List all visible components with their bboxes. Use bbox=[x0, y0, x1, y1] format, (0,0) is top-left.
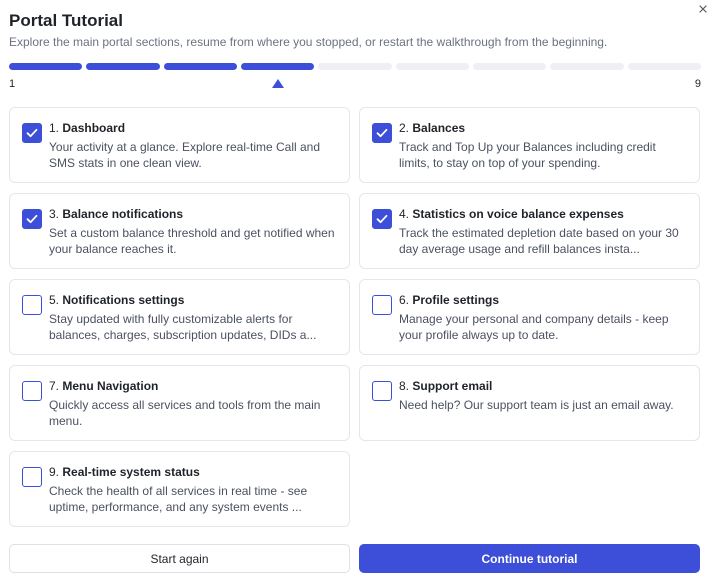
step-card-body: 7. Menu Navigation Quickly access all ser… bbox=[49, 378, 339, 440]
progress-segment-6[interactable] bbox=[395, 63, 469, 70]
step-name: Balances bbox=[412, 121, 466, 135]
step-description: Stay updated with fully customizable ale… bbox=[49, 312, 317, 342]
step-card[interactable]: 5. Notifications settings Stay updated wi… bbox=[9, 279, 350, 355]
step-number: 7. bbox=[49, 379, 60, 393]
step-name: Notifications settings bbox=[62, 293, 185, 307]
step-title: 6. Profile settings bbox=[399, 292, 689, 308]
step-checkbox[interactable] bbox=[372, 209, 392, 229]
step-number: 6. bbox=[399, 293, 410, 307]
step-card-body: 1. Dashboard Your activity at a glance. E… bbox=[49, 120, 339, 182]
step-card-body: 6. Profile settings Manage your personal … bbox=[399, 292, 689, 354]
close-button[interactable] bbox=[696, 2, 710, 16]
progress-segment-4[interactable] bbox=[240, 63, 315, 70]
current-step-marker-icon bbox=[271, 79, 284, 88]
step-title: 8. Support email bbox=[399, 378, 689, 394]
progress-segment-2[interactable] bbox=[86, 63, 160, 70]
step-name: Support email bbox=[412, 379, 493, 393]
step-description: Need help? Our support team is just an e… bbox=[399, 398, 674, 412]
step-card[interactable]: 7. Menu Navigation Quickly access all ser… bbox=[9, 365, 350, 441]
step-title: 1. Dashboard bbox=[49, 120, 339, 136]
progress-segment-8[interactable] bbox=[550, 63, 624, 70]
step-checkbox[interactable] bbox=[372, 295, 392, 315]
dialog-title: Portal Tutorial bbox=[9, 11, 123, 30]
step-title: 5. Notifications settings bbox=[49, 292, 339, 308]
step-number: 8. bbox=[399, 379, 410, 393]
dialog-subtitle: Explore the main portal sections, resume… bbox=[9, 35, 608, 49]
checkmark-icon bbox=[26, 214, 38, 224]
progress-segment-3[interactable] bbox=[163, 63, 237, 70]
portal-tutorial-dialog: Portal Tutorial Explore the main portal … bbox=[0, 0, 718, 585]
step-name: Balance notifications bbox=[62, 207, 184, 221]
step-number: 5. bbox=[49, 293, 60, 307]
progress-segment-9[interactable] bbox=[627, 63, 701, 70]
step-number: 3. bbox=[49, 207, 60, 221]
step-card[interactable]: 2. Balances Track and Top Up your Balance… bbox=[359, 107, 700, 183]
step-title: 9. Real-time system status bbox=[49, 464, 339, 480]
step-checkbox[interactable] bbox=[22, 295, 42, 315]
step-description: Set a custom balance threshold and get n… bbox=[49, 226, 335, 256]
step-checkbox[interactable] bbox=[372, 381, 392, 401]
step-description: Track the estimated depletion date based… bbox=[399, 226, 679, 256]
step-card[interactable]: 9. Real-time system status Check the heal… bbox=[9, 451, 350, 527]
step-card[interactable]: 3. Balance notifications Set a custom bal… bbox=[9, 193, 350, 269]
step-card-body: 2. Balances Track and Top Up your Balance… bbox=[399, 120, 689, 182]
continue-tutorial-button[interactable]: Continue tutorial bbox=[359, 544, 700, 573]
step-description: Manage your personal and company details… bbox=[399, 312, 669, 342]
step-number: 9. bbox=[49, 465, 60, 479]
step-name: Profile settings bbox=[412, 293, 500, 307]
step-checkbox[interactable] bbox=[22, 123, 42, 143]
step-checkbox[interactable] bbox=[22, 209, 42, 229]
step-number: 4. bbox=[399, 207, 410, 221]
step-name: Real-time system status bbox=[62, 465, 200, 479]
step-card-body: 4. Statistics on voice balance expenses T… bbox=[399, 206, 689, 268]
step-description: Check the health of all services in real… bbox=[49, 484, 308, 514]
checkmark-icon bbox=[376, 214, 388, 224]
step-number: 2. bbox=[399, 121, 410, 135]
checkmark-icon bbox=[26, 128, 38, 138]
step-checkbox[interactable] bbox=[372, 123, 392, 143]
steps-grid: 1. Dashboard Your activity at a glance. E… bbox=[9, 107, 701, 527]
step-card-body: 9. Real-time system status Check the heal… bbox=[49, 464, 339, 526]
step-card-body: 8. Support email Need help? Our support t… bbox=[399, 378, 689, 440]
checkmark-icon bbox=[376, 128, 388, 138]
step-title: 7. Menu Navigation bbox=[49, 378, 339, 394]
progress-end-label: 9 bbox=[694, 78, 701, 90]
step-card[interactable]: 4. Statistics on voice balance expenses T… bbox=[359, 193, 700, 269]
step-description: Quickly access all services and tools fr… bbox=[49, 398, 321, 428]
step-card[interactable]: 8. Support email Need help? Our support t… bbox=[359, 365, 700, 441]
step-name: Dashboard bbox=[62, 121, 126, 135]
step-checkbox[interactable] bbox=[22, 381, 42, 401]
step-title: 2. Balances bbox=[399, 120, 689, 136]
progress-stepper bbox=[9, 63, 701, 71]
step-checkbox[interactable] bbox=[22, 467, 42, 487]
step-number: 1. bbox=[49, 121, 60, 135]
step-title: 3. Balance notifications bbox=[49, 206, 339, 222]
step-title: 4. Statistics on voice balance expenses bbox=[399, 206, 689, 222]
step-card[interactable]: 6. Profile settings Manage your personal … bbox=[359, 279, 700, 355]
progress-segment-7[interactable] bbox=[472, 63, 547, 70]
step-card-body: 5. Notifications settings Stay updated wi… bbox=[49, 292, 339, 354]
step-card-body: 3. Balance notifications Set a custom bal… bbox=[49, 206, 339, 268]
step-card[interactable]: 1. Dashboard Your activity at a glance. E… bbox=[9, 107, 350, 183]
progress-segment-1[interactable] bbox=[9, 63, 83, 70]
step-description: Track and Top Up your Balances including… bbox=[399, 140, 656, 170]
start-again-button[interactable]: Start again bbox=[9, 544, 350, 573]
progress-start-label: 1 bbox=[9, 78, 16, 90]
step-name: Menu Navigation bbox=[62, 379, 159, 393]
step-description: Your activity at a glance. Explore real-… bbox=[49, 140, 321, 170]
close-icon bbox=[699, 5, 707, 13]
step-name: Statistics on voice balance expenses bbox=[412, 207, 624, 221]
progress-segment-5[interactable] bbox=[318, 63, 392, 70]
